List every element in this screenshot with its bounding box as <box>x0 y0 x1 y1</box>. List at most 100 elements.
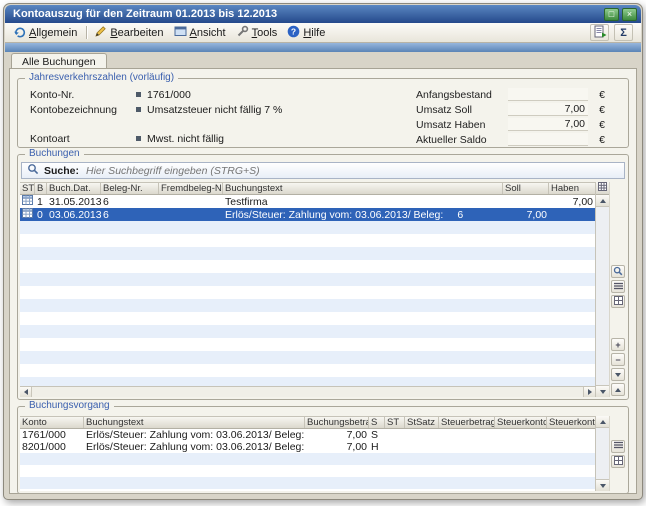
app-window: Kontoauszug für den Zeitraum 01.2013 bis… <box>3 3 643 500</box>
column-header-soll[interactable]: Soll <box>503 183 549 194</box>
cell-buchungsbetrag: 7,00 <box>305 441 369 453</box>
table-row[interactable] <box>20 465 595 477</box>
column-header-b[interactable]: B <box>35 183 47 194</box>
table-row[interactable] <box>20 312 595 325</box>
zoom-button[interactable] <box>611 265 625 278</box>
column-header-buchdat[interactable]: Buch.Dat. <box>47 183 101 194</box>
scroll-left-button[interactable] <box>20 387 32 397</box>
table-row[interactable] <box>20 234 595 247</box>
field-value: Mwst. nicht fällig <box>147 133 224 145</box>
scroll-up-button[interactable] <box>596 416 609 428</box>
table-row[interactable] <box>20 489 595 491</box>
table-row[interactable] <box>20 351 595 364</box>
menu-ansicht[interactable]: Ansicht <box>170 24 232 42</box>
plus-icon: + <box>615 340 620 350</box>
tabstrip: Alle Buchungen <box>5 52 641 69</box>
column-header-steuerkonto2[interactable]: Steuerkonto 2 <box>547 417 595 428</box>
buchungsvorgang-side-toolbar <box>609 416 626 491</box>
minus-icon: − <box>615 355 620 365</box>
field-konto-nr: Konto-Nr. 1761/000 <box>30 87 282 102</box>
vertical-scroll-track[interactable] <box>596 428 609 479</box>
menu-bearbeiten[interactable]: Bearbeiten <box>90 24 169 42</box>
table-row-selected[interactable]: 0 03.06.2013 6 Erlös/Steuer: Zahlung vom… <box>20 208 595 221</box>
cell-buchungstext: Erlös/Steuer: Zahlung vom: 03.06.2013/ B… <box>84 441 305 453</box>
field-value: 1761/000 <box>147 89 191 101</box>
main-panel: Jahresverkehrszahlen (vorläufig) Konto-N… <box>9 68 637 494</box>
menu-hilfe[interactable]: ? Hilfe <box>283 24 331 42</box>
list-view-button[interactable] <box>611 440 625 453</box>
table-row[interactable]: 1761/000 Erlös/Steuer: Zahlung vom: 03.0… <box>20 429 595 441</box>
toolbar: Allgemein Bearbeiten Ansicht Tools ? Hil… <box>5 23 641 43</box>
table-row[interactable] <box>20 325 595 338</box>
tools-icon <box>236 25 249 41</box>
menu-tools[interactable]: Tools <box>232 24 284 42</box>
table-row[interactable] <box>20 221 595 234</box>
column-header-haben[interactable]: Haben <box>549 183 595 194</box>
table-row[interactable]: 8201/000 Erlös/Steuer: Zahlung vom: 03.0… <box>20 441 595 453</box>
table-row[interactable] <box>20 273 595 286</box>
detail-view-button[interactable] <box>611 455 625 468</box>
list-view-button[interactable] <box>611 280 625 293</box>
field-kontoart: Kontoart Mwst. nicht fällig <box>30 131 282 146</box>
column-header-stsatz[interactable]: StSatz <box>405 417 439 428</box>
column-header-st[interactable]: ST <box>20 183 35 194</box>
table-row[interactable]: 1 31.05.2013 6 Testfirma 7,00 <box>20 195 595 208</box>
column-header-steuerkonto1[interactable]: Steuerkonto 1 <box>495 417 547 428</box>
nav-up-icon <box>615 388 621 392</box>
table-row[interactable] <box>20 338 595 351</box>
close-button[interactable]: × <box>622 8 637 21</box>
buchungen-side-toolbar: + − <box>609 182 626 397</box>
field-umsatz-soll: Umsatz Soll 7,00 € <box>416 102 618 117</box>
column-header-st[interactable]: ST <box>385 417 405 428</box>
field-marker-icon <box>136 107 141 112</box>
scroll-down-button[interactable] <box>596 479 609 491</box>
menu-ansicht-label: Ansicht <box>190 27 226 39</box>
shade-button[interactable]: □ <box>604 8 619 21</box>
column-header-konto[interactable]: Konto <box>20 417 84 428</box>
cell-stsatz <box>405 441 439 453</box>
table-row[interactable] <box>20 260 595 273</box>
table-row[interactable] <box>20 453 595 465</box>
table-row[interactable] <box>20 377 595 386</box>
search-bar[interactable]: Suche: <box>21 162 625 179</box>
column-header-buchungsbetrag[interactable]: Buchungsbetrag <box>305 417 369 428</box>
table-row[interactable] <box>20 299 595 312</box>
horizontal-scroll-track[interactable] <box>32 387 583 397</box>
column-header-belegnr[interactable]: Beleg-Nr. <box>101 183 159 194</box>
table-row[interactable] <box>20 247 595 260</box>
table-row[interactable] <box>20 477 595 489</box>
detail-view-button[interactable] <box>611 295 625 308</box>
add-row-button[interactable]: + <box>611 338 625 351</box>
header-band <box>5 43 641 52</box>
search-input[interactable] <box>84 164 619 178</box>
field-marker-icon <box>136 92 141 97</box>
nav-down-icon <box>615 373 621 377</box>
vertical-scrollbar[interactable] <box>595 182 609 397</box>
nav-down-button[interactable] <box>611 368 625 381</box>
table-row[interactable] <box>20 364 595 377</box>
column-header-buchungstext[interactable]: Buchungstext <box>223 183 503 194</box>
vertical-scroll-track[interactable] <box>596 207 609 385</box>
column-header-fremdbelegnr[interactable]: Fremdbeleg-Nr. <box>159 183 223 194</box>
column-header-steuerbetrag[interactable]: Steuerbetrag <box>439 417 495 428</box>
scroll-down-button[interactable] <box>596 385 609 397</box>
vertical-scrollbar[interactable] <box>595 416 609 491</box>
table-row[interactable] <box>20 286 595 299</box>
horizontal-scrollbar[interactable] <box>20 386 595 397</box>
report-button[interactable] <box>590 24 609 41</box>
scroll-up-button[interactable] <box>596 195 609 207</box>
sum-icon: Σ <box>620 27 627 39</box>
sum-button[interactable]: Σ <box>614 24 633 41</box>
scroll-right-button[interactable] <box>583 387 595 397</box>
nav-up-button[interactable] <box>611 383 625 396</box>
scroll-up-icon <box>600 199 606 203</box>
close-icon: × <box>627 9 632 19</box>
column-header-s[interactable]: S <box>369 417 385 428</box>
titlebar[interactable]: Kontoauszug für den Zeitraum 01.2013 bis… <box>5 5 641 23</box>
record-icon <box>22 208 33 221</box>
remove-row-button[interactable]: − <box>611 353 625 366</box>
column-header-buchungstext[interactable]: Buchungstext <box>84 417 305 428</box>
field-value <box>508 88 588 101</box>
menu-allgemein[interactable]: Allgemein <box>9 24 83 42</box>
column-chooser-button[interactable] <box>596 182 609 195</box>
